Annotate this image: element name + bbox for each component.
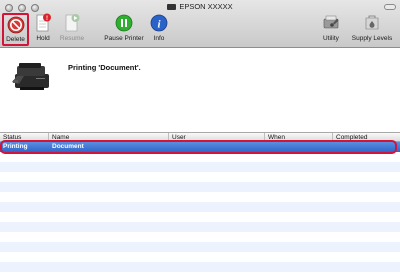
hold-button[interactable]: ! Hold (31, 13, 55, 46)
pause-icon (114, 13, 134, 33)
supply-levels-button[interactable]: Supply Levels (345, 13, 399, 46)
empty-row (0, 162, 400, 172)
empty-row (0, 252, 400, 262)
delete-button[interactable]: Delete (2, 13, 29, 46)
hold-icon: ! (33, 13, 53, 33)
table-body: Printing Document (0, 140, 400, 274)
column-completed[interactable]: Completed (333, 133, 400, 142)
job-list-table: Status Name User When Completed Printing… (0, 132, 400, 274)
column-name[interactable]: Name (49, 133, 169, 142)
supply-levels-label: Supply Levels (351, 35, 393, 42)
job-status-cell: Printing (3, 143, 28, 150)
resume-icon (62, 13, 82, 33)
print-queue-window: EPSON XXXXX Delete ! Hold Resume Pause P… (0, 0, 400, 274)
window-title: EPSON XXXXX (0, 2, 400, 12)
empty-row (0, 242, 400, 252)
content-area: Printing 'Document'. Status Name User Wh… (0, 49, 400, 274)
column-status[interactable]: Status (0, 133, 49, 142)
printer-mini-icon (167, 4, 177, 10)
column-user[interactable]: User (169, 133, 265, 142)
utility-icon (321, 13, 341, 33)
window-title-text: EPSON XXXXX (179, 2, 233, 11)
empty-row (0, 152, 400, 162)
hold-badge: ! (46, 16, 48, 22)
title-toolbar: EPSON XXXXX Delete ! Hold Resume Pause P… (0, 0, 400, 48)
column-when[interactable]: When (265, 133, 333, 142)
table-header: Status Name User When Completed (0, 132, 400, 142)
supply-levels-icon (362, 13, 382, 33)
delete-label: Delete (6, 36, 25, 43)
resume-button[interactable]: Resume (56, 13, 88, 46)
pause-label: Pause Printer (104, 35, 144, 42)
printer-icon (10, 58, 52, 94)
empty-row (0, 262, 400, 272)
empty-row (0, 202, 400, 212)
pause-printer-button[interactable]: Pause Printer (96, 13, 152, 46)
delete-icon (6, 15, 26, 34)
empty-row (0, 212, 400, 222)
utility-button[interactable]: Utility (318, 13, 344, 46)
table-row[interactable]: Printing Document (0, 140, 400, 154)
hold-label: Hold (36, 35, 50, 42)
info-button[interactable]: i Info (148, 13, 170, 46)
utility-label: Utility (323, 35, 339, 42)
empty-row (0, 192, 400, 202)
empty-row (0, 232, 400, 242)
empty-row (0, 172, 400, 182)
job-name-cell: Document (52, 143, 84, 150)
resume-label: Resume (59, 35, 85, 42)
info-label: Info (153, 35, 165, 42)
toolbar-toggle-button[interactable] (384, 4, 396, 10)
printing-status-text: Printing 'Document'. (68, 63, 141, 72)
empty-row (0, 222, 400, 232)
info-icon: i (149, 13, 169, 33)
empty-row (0, 182, 400, 192)
